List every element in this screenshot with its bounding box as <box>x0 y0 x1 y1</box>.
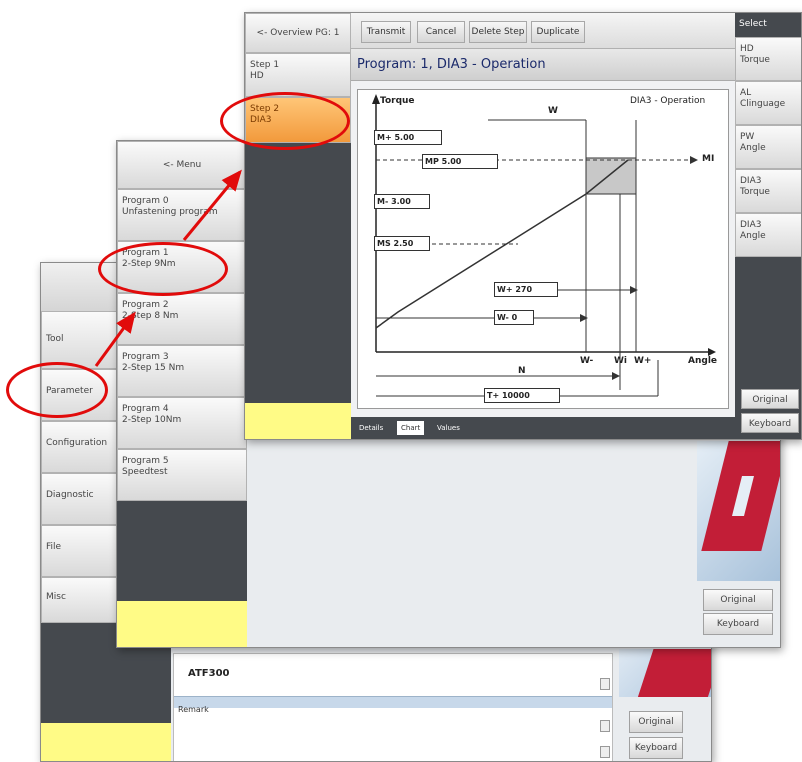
highlight-program-1 <box>98 242 228 296</box>
list-item-program-3[interactable]: Program 3 2-Step 15 Nm <box>117 345 247 397</box>
w-plus-label: W+ <box>634 356 652 366</box>
brand-logo <box>619 649 711 697</box>
menu-button[interactable]: <- Menu <box>117 141 247 189</box>
list-item-program-5[interactable]: Program 5 Speedtest <box>117 449 247 501</box>
highlight-parameter <box>6 362 108 418</box>
programs-status-indicator <box>117 601 247 647</box>
scroll-arrow-up[interactable] <box>600 678 610 690</box>
select-panel: Select HD Torque AL Clinguage PW Angle DIA3… <box>735 13 801 439</box>
chart-caption: DIA3 - Operation <box>630 96 706 106</box>
title-bar: Program: 1, DIA3 - Operation <box>351 49 735 81</box>
w-plus-field[interactable]: W+ 270 <box>494 282 558 297</box>
cancel-button[interactable]: Cancel <box>417 21 465 43</box>
list-item-program-0[interactable]: Program 0 Unfastening program <box>117 189 247 241</box>
select-item-hd-torque[interactable]: HD Torque <box>735 37 801 81</box>
operation-window: <- Overview PG: 1 Step 1 HD Step 2 DIA3 Tr… <box>244 12 802 440</box>
original-button[interactable]: Original <box>629 711 683 733</box>
steps-fill <box>245 143 351 403</box>
page-title: Program: 1, DIA3 - Operation <box>357 57 546 72</box>
list-item-program-2[interactable]: Program 2 2-Step 8 Nm <box>117 293 247 345</box>
keyboard-button-front[interactable]: Keyboard <box>741 413 799 433</box>
tab-chart[interactable]: Chart <box>397 421 425 435</box>
ms-field[interactable]: MS 2.50 <box>374 236 430 251</box>
y-axis-label: Torque <box>380 96 415 106</box>
original-button-mid[interactable]: Original <box>703 589 773 611</box>
w-minus-label: W- <box>580 356 594 366</box>
list-item-step-1[interactable]: Step 1 HD <box>245 53 351 97</box>
select-item-dia3-torque[interactable]: DIA3 Torque <box>735 169 801 213</box>
mp-field[interactable]: MP 5.00 <box>422 154 498 169</box>
tab-details[interactable]: Details <box>355 421 387 435</box>
w-label: W <box>548 106 558 116</box>
wi-label: Wi <box>614 356 628 366</box>
delete-step-button[interactable]: Delete Step <box>469 21 527 43</box>
n-label: N <box>518 366 526 376</box>
steps-status-indicator <box>245 403 351 439</box>
toolbar: Transmit Cancel Delete Step Duplicate <box>351 13 735 49</box>
scroll-arrow-bottom[interactable] <box>600 746 610 758</box>
keyboard-button[interactable]: Keyboard <box>629 737 683 759</box>
original-button-front[interactable]: Original <box>741 389 799 409</box>
select-item-pw-angle[interactable]: PW Angle <box>735 125 801 169</box>
m-plus-field[interactable]: M+ 5.00 <box>374 130 442 145</box>
brand-logo-mid <box>697 441 780 581</box>
chart-panel: Torque DIA3 - Operation Angle W MI W- Wi… <box>357 89 729 409</box>
select-header: Select <box>739 19 767 29</box>
transmit-button[interactable]: Transmit <box>361 21 411 43</box>
device-panel: ATF300 Remark <box>173 653 613 761</box>
remark-header: Remark <box>174 696 612 714</box>
device-name: ATF300 <box>188 668 230 679</box>
m-minus-field[interactable]: M- 3.00 <box>374 194 430 209</box>
overview-button[interactable]: <- Overview PG: 1 <box>245 13 351 53</box>
status-indicator <box>41 723 171 761</box>
scroll-arrow-down[interactable] <box>600 720 610 732</box>
tab-values[interactable]: Values <box>433 421 464 435</box>
chart-area: Torque DIA3 - Operation Angle W MI W- Wi… <box>351 81 735 417</box>
t-plus-field[interactable]: T+ 10000 <box>484 388 560 403</box>
w-minus-field[interactable]: W- 0 <box>494 310 534 325</box>
duplicate-button[interactable]: Duplicate <box>531 21 585 43</box>
highlight-step-2 <box>220 92 350 150</box>
mi-label: MI <box>702 154 715 164</box>
list-item-program-4[interactable]: Program 4 2-Step 10Nm <box>117 397 247 449</box>
programs-fill <box>117 501 247 601</box>
keyboard-button-mid[interactable]: Keyboard <box>703 613 773 635</box>
tab-bar: Details Chart Values <box>351 417 735 439</box>
select-item-al-clinguage[interactable]: AL Clinguage <box>735 81 801 125</box>
x-axis-label: Angle <box>688 356 718 366</box>
screenshot-stage: Tool Parameter Configuration Diagnostic … <box>0 0 802 762</box>
select-item-dia3-angle[interactable]: DIA3 Angle <box>735 213 801 257</box>
